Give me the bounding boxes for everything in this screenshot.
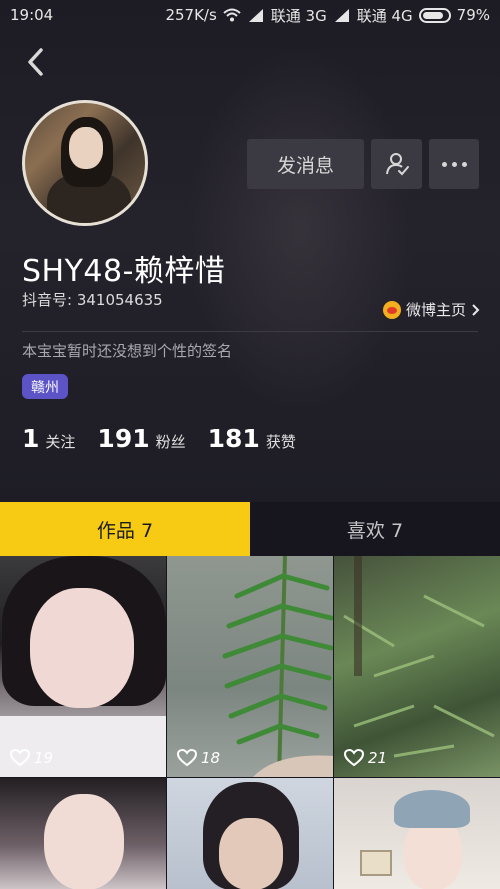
like-count-value: 19 [34, 749, 54, 767]
signature: 本宝宝暂时还没想到个性的签名 [22, 342, 233, 360]
location-tag: 赣州 [22, 374, 68, 399]
thumbnail-art [222, 556, 333, 777]
send-message-button[interactable]: 发消息 [247, 139, 364, 189]
like-count: 18 [177, 749, 220, 767]
tab-works[interactable]: 作品 7 [0, 502, 250, 556]
wifi-icon [223, 8, 241, 22]
video-thumbnail[interactable]: 18 [167, 556, 333, 777]
thumbnail-art [343, 556, 495, 758]
heart-icon [177, 749, 197, 767]
more-dots-icon [441, 161, 467, 167]
stat-value: 1 [22, 424, 40, 453]
video-thumbnail[interactable] [167, 778, 333, 889]
video-grid: 19 18 21 [0, 556, 500, 889]
content-tabs: 作品 7 喜欢 7 [0, 502, 500, 556]
heart-icon [10, 749, 30, 767]
user-check-icon [385, 153, 409, 176]
thumbnail-art [219, 818, 283, 889]
thumbnail-art [0, 716, 166, 777]
heart-icon [344, 749, 364, 767]
weibo-homepage-link[interactable]: 微博主页 [382, 299, 480, 320]
like-count: 21 [344, 749, 387, 767]
signal-icon [334, 9, 349, 22]
weibo-icon [382, 300, 401, 319]
chevron-right-icon [472, 303, 480, 316]
divider [22, 331, 478, 332]
stat-value: 191 [97, 424, 150, 453]
video-thumbnail[interactable] [334, 778, 500, 889]
network-speed: 257K/s [165, 6, 217, 24]
profile-header: 19:04 257K/s 联通 3G 联通 4G 79% 发消息 SHY48-赖… [0, 0, 500, 502]
battery-percent: 79% [456, 6, 490, 24]
avatar[interactable] [22, 100, 148, 226]
douyin-id: 抖音号: 341054635 [22, 291, 163, 309]
stat-likes-received: 181 获赞 [208, 424, 296, 453]
stat-value: 181 [207, 424, 260, 453]
video-thumbnail[interactable] [0, 778, 166, 889]
like-count: 19 [10, 749, 53, 767]
chevron-left-icon [28, 48, 43, 76]
stat-label: 关注 [45, 433, 76, 451]
video-thumbnail[interactable]: 19 [0, 556, 166, 777]
tab-likes[interactable]: 喜欢 7 [250, 502, 500, 556]
thumbnail-art [30, 588, 134, 708]
back-button[interactable] [20, 44, 50, 80]
thumbnail-art [360, 850, 392, 876]
more-options-button[interactable] [429, 139, 479, 189]
like-count-value: 18 [201, 749, 221, 767]
stat-label: 粉丝 [155, 433, 186, 451]
thumbnail-art [394, 790, 470, 828]
thumbnail-art [44, 794, 124, 889]
status-bar: 19:04 257K/s 联通 3G 联通 4G 79% [0, 0, 500, 30]
signal-icon [248, 9, 263, 22]
username: SHY48-赖梓惜 [22, 254, 226, 289]
carrier-3g: 联通 3G [270, 6, 327, 25]
video-thumbnail[interactable]: 21 [334, 556, 500, 777]
status-indicators: 257K/s 联通 3G 联通 4G 79% [165, 5, 490, 26]
avatar-face [69, 127, 103, 169]
battery-icon [418, 7, 451, 23]
stat-following[interactable]: 1 关注 [22, 424, 75, 453]
stats-row: 1 关注 191 粉丝 181 获赞 [22, 424, 318, 453]
carrier-4g: 联通 4G [356, 6, 413, 25]
like-count-value: 21 [368, 749, 388, 767]
stat-followers[interactable]: 191 粉丝 [97, 424, 185, 453]
weibo-link-label: 微博主页 [405, 301, 466, 319]
stat-label: 获赞 [265, 433, 296, 451]
follow-button[interactable] [371, 139, 422, 189]
status-time: 19:04 [10, 6, 54, 24]
